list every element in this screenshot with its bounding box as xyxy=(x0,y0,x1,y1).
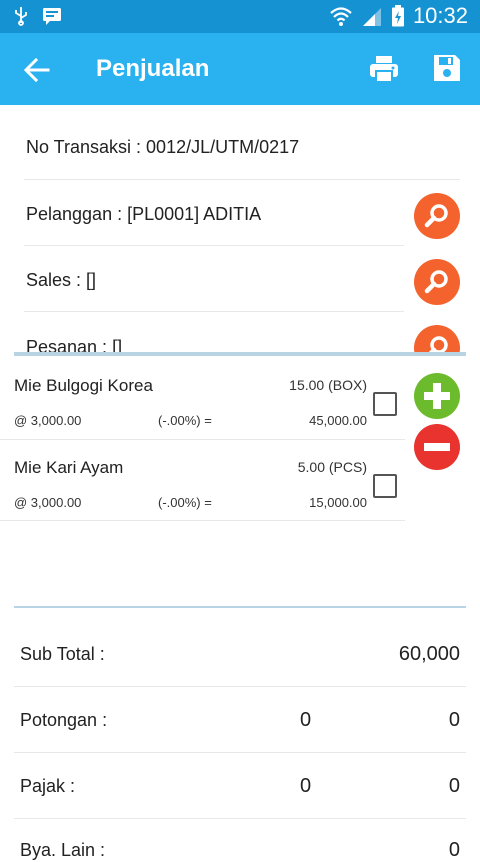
divider xyxy=(24,311,404,312)
subtotal-label: Sub Total : xyxy=(20,644,105,664)
status-bar: 10:32 xyxy=(0,0,480,33)
item-quantity: 15.00 (BOX) xyxy=(289,377,367,393)
divider xyxy=(14,818,466,819)
items-list[interactable]: Mie Bulgogi Korea 15.00 (BOX) @ 3,000.00… xyxy=(0,352,480,608)
tax-label: Pajak : xyxy=(20,776,76,796)
item-name: Mie Kari Ayam xyxy=(14,458,124,477)
divider xyxy=(14,686,466,687)
item-checkbox[interactable] xyxy=(373,392,397,416)
save-icon[interactable] xyxy=(432,53,462,83)
divider xyxy=(0,520,405,521)
usb-icon xyxy=(15,7,27,26)
transaction-number: No Transaksi : 0012/JL/UTM/0217 xyxy=(26,137,300,157)
search-icon xyxy=(424,204,448,228)
list-item[interactable]: Mie Kari Ayam 5.00 (PCS) @ 3,000.00 (-.0… xyxy=(0,440,405,520)
divider xyxy=(24,179,460,180)
tax-percent-field[interactable]: 0 xyxy=(300,775,311,798)
item-quantity: 5.00 (PCS) xyxy=(297,459,367,475)
divider xyxy=(14,752,466,753)
list-bottom-divider xyxy=(14,606,466,608)
item-price: @ 3,000.00 xyxy=(14,495,82,510)
back-arrow-icon[interactable] xyxy=(22,55,52,85)
battery-icon xyxy=(391,5,404,27)
notification-icon xyxy=(43,8,61,25)
item-checkbox[interactable] xyxy=(373,474,397,498)
page-title: Penjualan xyxy=(96,55,210,82)
divider xyxy=(24,245,404,246)
clock: 10:32 xyxy=(412,3,468,28)
item-amount: 45,000.00 xyxy=(309,413,367,428)
signal-icon xyxy=(362,8,381,26)
item-price: @ 3,000.00 xyxy=(14,413,82,428)
discount-percent-field[interactable]: 0 xyxy=(300,709,311,732)
sales-search-button[interactable] xyxy=(414,259,460,305)
plus-icon xyxy=(424,383,450,409)
item-amount: 15,000.00 xyxy=(309,495,367,510)
app-bar: Penjualan xyxy=(0,33,480,105)
wifi-icon xyxy=(330,7,352,26)
item-discount: (-.00%) = xyxy=(158,413,212,428)
print-icon[interactable] xyxy=(368,53,400,85)
remove-item-button[interactable] xyxy=(414,424,460,470)
search-icon xyxy=(424,270,448,294)
sales-field[interactable]: Sales : [] xyxy=(26,269,406,291)
subtotal-value: 60,000 xyxy=(398,643,460,665)
minus-icon xyxy=(424,443,450,451)
item-discount: (-.00%) = xyxy=(158,495,212,510)
other-cost-field[interactable]: 0 xyxy=(449,839,460,862)
tax-value-field[interactable]: 0 xyxy=(449,775,460,798)
item-name: Mie Bulgogi Korea xyxy=(14,376,153,395)
customer-search-button[interactable] xyxy=(414,193,460,239)
discount-label: Potongan : xyxy=(20,710,108,730)
discount-value-field[interactable]: 0 xyxy=(449,709,460,732)
other-cost-label: Bya. Lain : xyxy=(20,840,106,860)
list-item[interactable]: Mie Bulgogi Korea 15.00 (BOX) @ 3,000.00… xyxy=(0,358,405,438)
list-top-divider xyxy=(14,352,466,356)
add-item-button[interactable] xyxy=(414,373,460,419)
customer-field[interactable]: Pelanggan : [PL0001] ADITIA xyxy=(26,203,406,225)
